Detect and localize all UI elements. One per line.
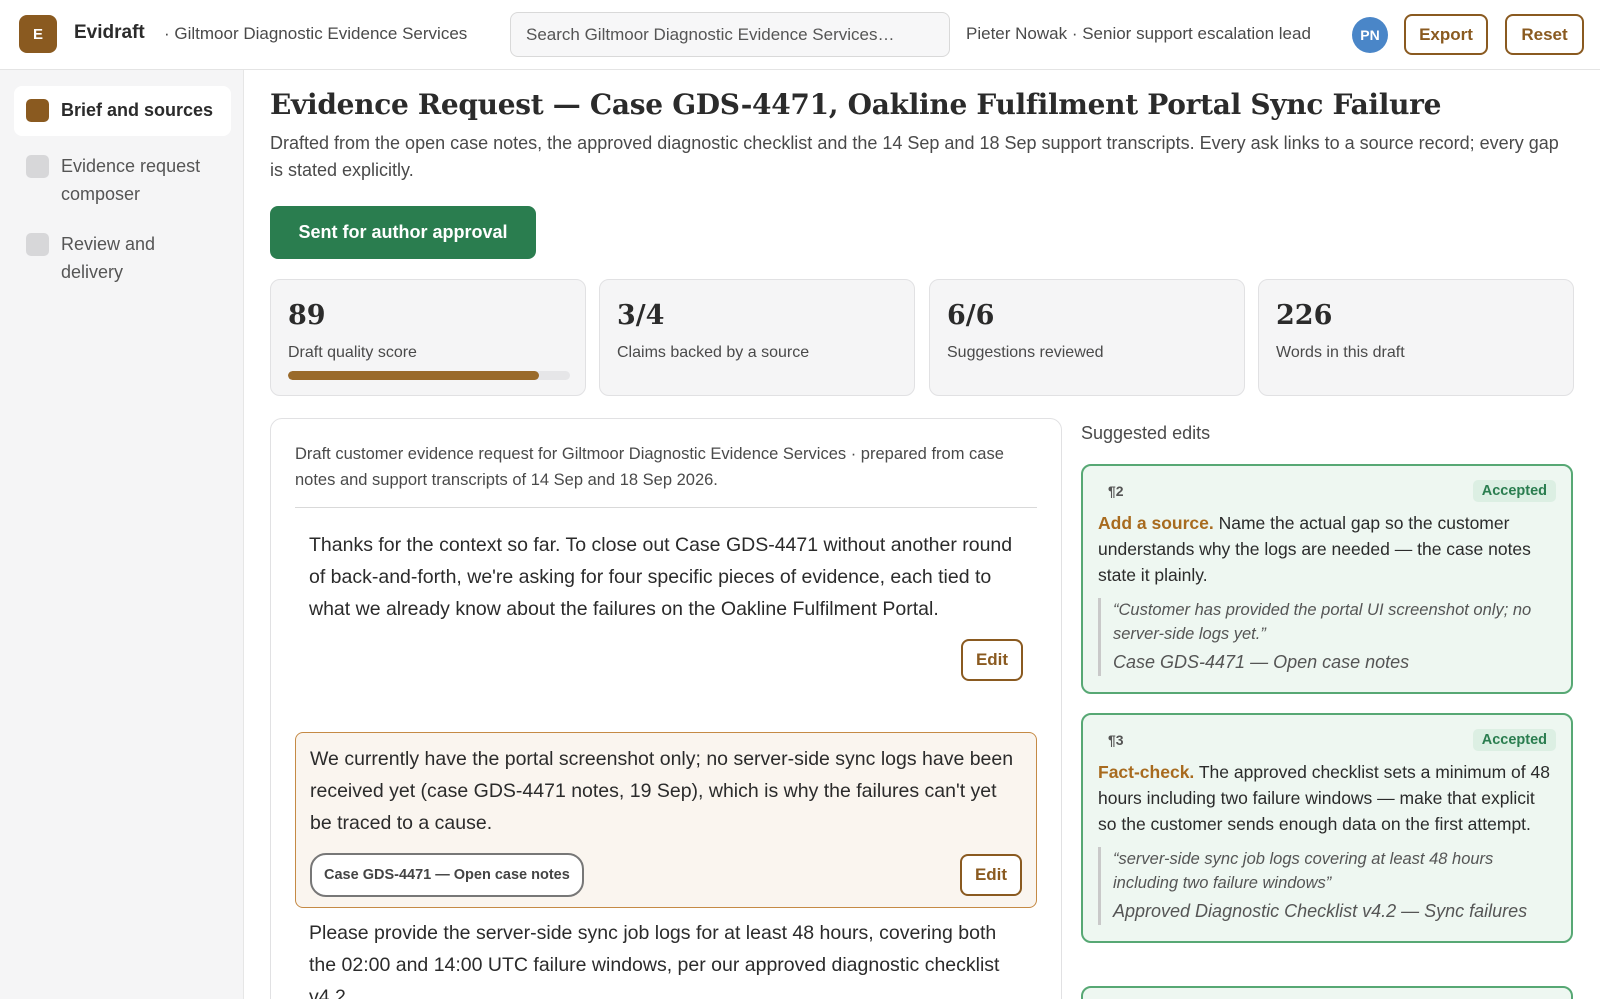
- status-badge: Accepted: [1472, 480, 1556, 502]
- quote-source: Case GDS-4471 — Open case notes: [1113, 652, 1410, 672]
- stat-label: Suggestions reviewed: [947, 344, 1104, 361]
- edit-button[interactable]: Edit: [960, 854, 1022, 896]
- sidebar-item-label: Brief and sources: [61, 100, 214, 120]
- suggestion-card[interactable]: ¶3 Accepted Fact-check. The approved che…: [1081, 713, 1573, 943]
- user-info: Pieter Nowak · Senior support escalation…: [966, 24, 1311, 43]
- suggestion-card[interactable]: ¶2 Accepted Add a source. Name the actua…: [1081, 464, 1573, 694]
- reset-button[interactable]: Reset: [1505, 14, 1584, 55]
- edit-button[interactable]: Edit: [961, 639, 1023, 681]
- app-logo: E: [19, 15, 57, 53]
- stat-card-claims: 3/4 Claims backed by a source: [599, 279, 915, 396]
- suggestion-text: Fact-check. The approved checklist sets …: [1098, 759, 1556, 837]
- source-quote: “Customer has provided the portal UI scr…: [1098, 598, 1556, 676]
- quote-text: “server-side sync job logs covering at l…: [1113, 850, 1494, 892]
- step-check-icon: [26, 155, 49, 178]
- sidebar: Brief and sources Evidence request compo…: [0, 70, 244, 999]
- quote-source: Approved Diagnostic Checklist v4.2 — Syn…: [1113, 901, 1528, 921]
- stat-label: Words in this draft: [1276, 344, 1405, 361]
- paragraph-text: Thanks for the context so far. To close …: [309, 534, 1013, 620]
- sidebar-item-label: Evidence request composer: [61, 156, 201, 204]
- quality-progress-bar: [288, 371, 570, 380]
- page-subtitle: Drafted from the open case notes, the ap…: [270, 133, 1559, 180]
- quote-text: “Customer has provided the portal UI scr…: [1113, 601, 1532, 643]
- search-input[interactable]: [510, 12, 950, 57]
- sidebar-item-review-and-delivery[interactable]: Review and delivery: [14, 220, 231, 298]
- top-bar: E Evidraft · Giltmoor Diagnostic Evidenc…: [0, 0, 1600, 70]
- draft-paragraph-1: Thanks for the context so far. To close …: [295, 519, 1037, 691]
- status-badge: Accepted: [1472, 729, 1556, 751]
- step-check-icon: [26, 233, 49, 256]
- stat-label: Draft quality score: [288, 344, 417, 361]
- suggestion-card-partial[interactable]: [1081, 986, 1573, 999]
- export-button[interactable]: Export: [1404, 14, 1488, 55]
- stat-card-words: 226 Words in this draft: [1258, 279, 1574, 396]
- sidebar-item-brief-and-sources[interactable]: Brief and sources: [14, 86, 231, 136]
- draft-paragraph-3: Please provide the server-side sync job …: [295, 907, 1037, 999]
- app-name: Evidraft: [74, 22, 145, 43]
- suggestion-kind: Add a source.: [1098, 513, 1214, 533]
- draft-header: Draft customer evidence request for Gilt…: [295, 441, 1037, 508]
- sidebar-item-label: Review and delivery: [61, 234, 156, 282]
- organization-name: · Giltmoor Diagnostic Evidence Services: [164, 24, 468, 43]
- sidebar-item-evidence-request-composer[interactable]: Evidence request composer: [14, 142, 231, 220]
- paragraph-ref: ¶2: [1108, 483, 1124, 499]
- draft-panel: Draft customer evidence request for Gilt…: [270, 418, 1062, 999]
- suggested-edits-heading: Suggested edits: [1081, 423, 1211, 443]
- avatar[interactable]: PN: [1352, 17, 1388, 53]
- suggestion-text: Add a source. Name the actual gap so the…: [1098, 510, 1556, 588]
- paragraph-text: We currently have the portal screenshot …: [310, 748, 1014, 834]
- approval-status-button[interactable]: Sent for author approval: [270, 206, 536, 259]
- suggestion-kind: Fact-check.: [1098, 762, 1195, 782]
- paragraph-text: Please provide the server-side sync job …: [309, 922, 1000, 999]
- stat-label: Claims backed by a source: [617, 344, 810, 361]
- page-title: Evidence Request — Case GDS-4471, Oaklin…: [270, 88, 1442, 121]
- stat-value: 3/4: [617, 300, 665, 331]
- stat-card-quality: 89 Draft quality score: [270, 279, 586, 396]
- stat-value: 226: [1276, 300, 1333, 331]
- source-quote: “server-side sync job logs covering at l…: [1098, 847, 1556, 925]
- stat-value: 89: [288, 300, 326, 331]
- step-check-icon: [26, 99, 49, 122]
- quality-progress-fill: [288, 371, 539, 380]
- stat-value: 6/6: [947, 300, 995, 331]
- source-chip[interactable]: Case GDS-4471 — Open case notes: [310, 853, 584, 897]
- draft-paragraph-2: We currently have the portal screenshot …: [295, 732, 1037, 908]
- stat-card-suggestions: 6/6 Suggestions reviewed: [929, 279, 1245, 396]
- paragraph-ref: ¶3: [1108, 732, 1124, 748]
